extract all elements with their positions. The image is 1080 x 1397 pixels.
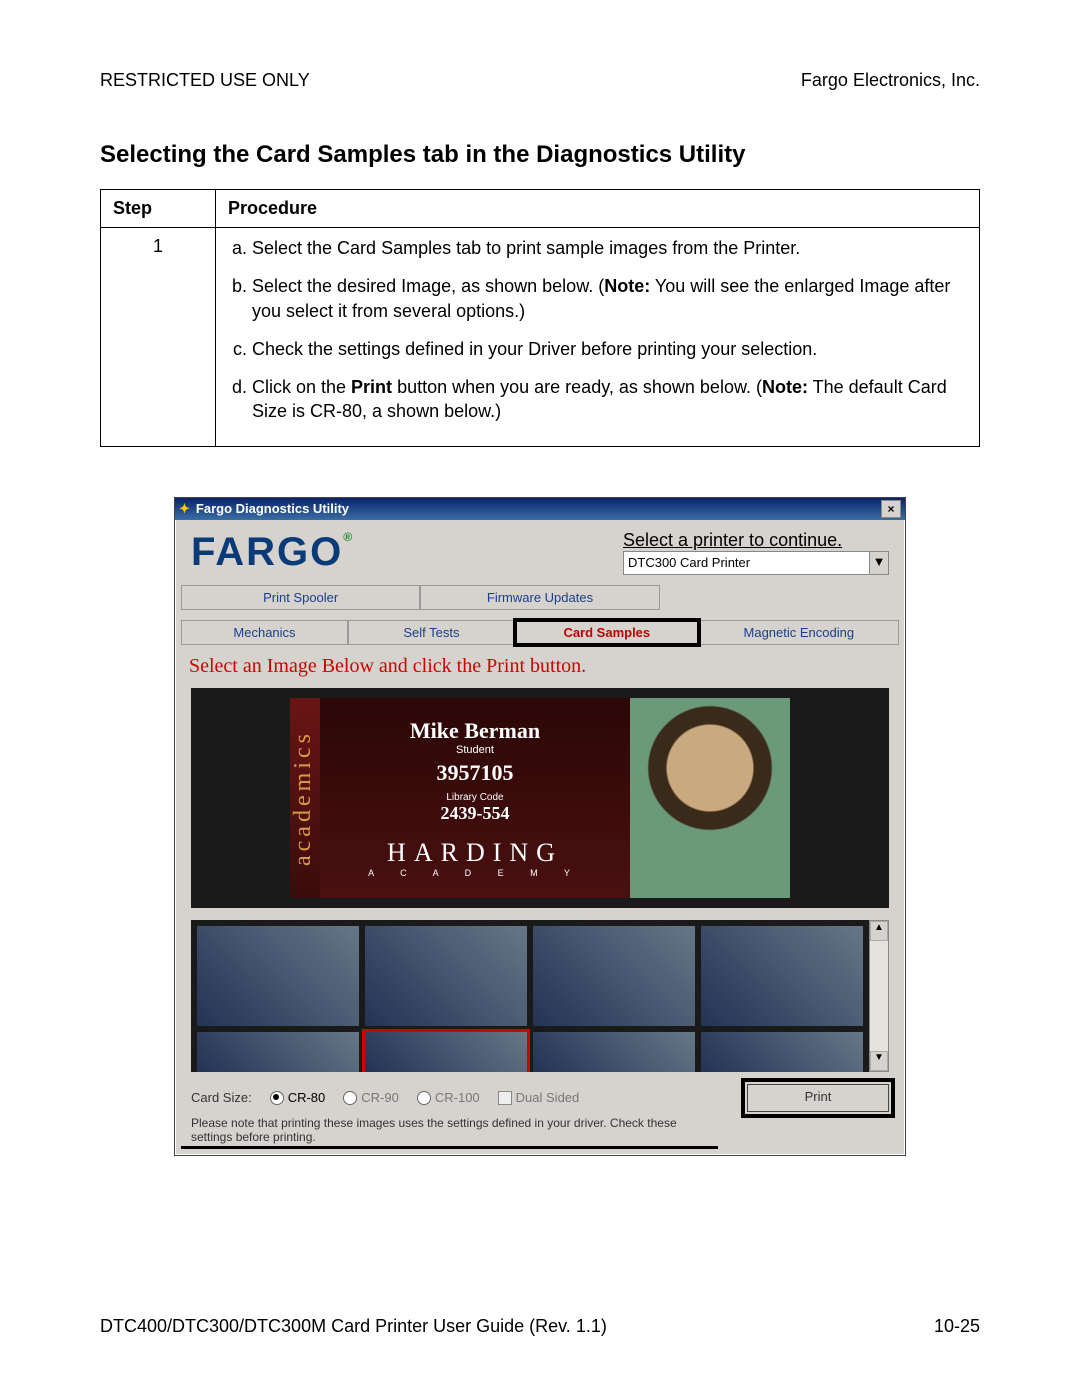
card-side-text: academics [290, 698, 320, 898]
card-role: Student [320, 744, 630, 756]
header-left: RESTRICTED USE ONLY [100, 70, 310, 91]
tab-print-spooler[interactable]: Print Spooler [181, 585, 420, 610]
printer-dropdown[interactable]: DTC300 Card Printer ▼ [623, 551, 889, 575]
step-d: Click on the Print button when you are r… [252, 375, 967, 424]
thumbnail-4[interactable] [701, 926, 863, 1026]
printer-dropdown-value: DTC300 Card Printer [628, 555, 750, 570]
card-size-label: Card Size: [191, 1090, 252, 1105]
header-right: Fargo Electronics, Inc. [801, 70, 980, 91]
step-number: 1 [101, 228, 216, 447]
thumbnail-3[interactable] [533, 926, 695, 1026]
thumbnail-selected[interactable] [365, 1032, 527, 1072]
diagnostics-window: ✦ Fargo Diagnostics Utility × FARGO® Sel… [174, 497, 906, 1156]
tab-self-tests[interactable]: Self Tests [348, 620, 515, 645]
thumbnail-2[interactable] [365, 926, 527, 1026]
radio-cr90[interactable]: CR-90 [343, 1090, 399, 1105]
close-icon[interactable]: × [881, 500, 901, 518]
card-photo [630, 698, 790, 898]
scroll-track[interactable] [870, 941, 888, 1051]
thumbnail-1[interactable] [197, 926, 359, 1026]
print-button[interactable]: Print [747, 1084, 889, 1112]
instruction-heading: Select an Image Below and click the Prin… [181, 645, 899, 682]
titlebar-text: Fargo Diagnostics Utility [196, 501, 349, 516]
step-b: Select the desired Image, as shown below… [252, 274, 967, 323]
scroll-up-icon[interactable]: ▲ [870, 921, 888, 941]
card-library-code: 2439-554 [320, 803, 630, 824]
col-step: Step [101, 190, 216, 228]
section-title: Selecting the Card Samples tab in the Di… [100, 141, 980, 169]
card-school-sub: A C A D E M Y [320, 868, 630, 878]
sample-thumbnails [191, 920, 869, 1072]
chevron-down-icon[interactable]: ▼ [869, 552, 888, 574]
col-procedure: Procedure [216, 190, 980, 228]
tab-mechanics[interactable]: Mechanics [181, 620, 348, 645]
titlebar: ✦ Fargo Diagnostics Utility × [175, 498, 905, 520]
selected-sample-preview: academics Mike Berman Student 3957105 Li… [191, 688, 889, 908]
radio-cr100[interactable]: CR-100 [417, 1090, 480, 1105]
tab-firmware-updates[interactable]: Firmware Updates [420, 585, 659, 610]
step-a: Select the Card Samples tab to print sam… [252, 236, 967, 260]
step-c: Check the settings defined in your Drive… [252, 337, 967, 361]
thumbnails-scrollbar[interactable]: ▲ ▼ [869, 920, 889, 1072]
radio-cr80[interactable]: CR-80 [270, 1090, 326, 1105]
thumbnail-8[interactable] [701, 1032, 863, 1072]
thumbnail-5[interactable] [197, 1032, 359, 1072]
select-printer-label: Select a printer to continue. [623, 530, 889, 551]
card-name: Mike Berman [320, 718, 630, 744]
procedure-table: Step Procedure 1 Select the Card Samples… [100, 189, 980, 447]
app-icon: ✦ [179, 501, 190, 517]
tab-magnetic-encoding[interactable]: Magnetic Encoding [699, 620, 899, 645]
fargo-logo: FARGO® [191, 530, 354, 575]
card-school: HARDING [320, 838, 630, 868]
procedure-cell: Select the Card Samples tab to print sam… [216, 228, 980, 447]
checkbox-dual-sided[interactable]: Dual Sided [498, 1090, 580, 1105]
footer-left: DTC400/DTC300/DTC300M Card Printer User … [100, 1316, 607, 1337]
card-library-label: Library Code [320, 792, 630, 803]
footer-right: 10-25 [934, 1316, 980, 1337]
thumbnail-7[interactable] [533, 1032, 695, 1072]
bottom-note: Please note that printing these images u… [181, 1114, 718, 1149]
tab-card-samples[interactable]: Card Samples [515, 620, 699, 645]
card-number: 3957105 [320, 760, 630, 786]
scroll-down-icon[interactable]: ▼ [870, 1051, 888, 1071]
